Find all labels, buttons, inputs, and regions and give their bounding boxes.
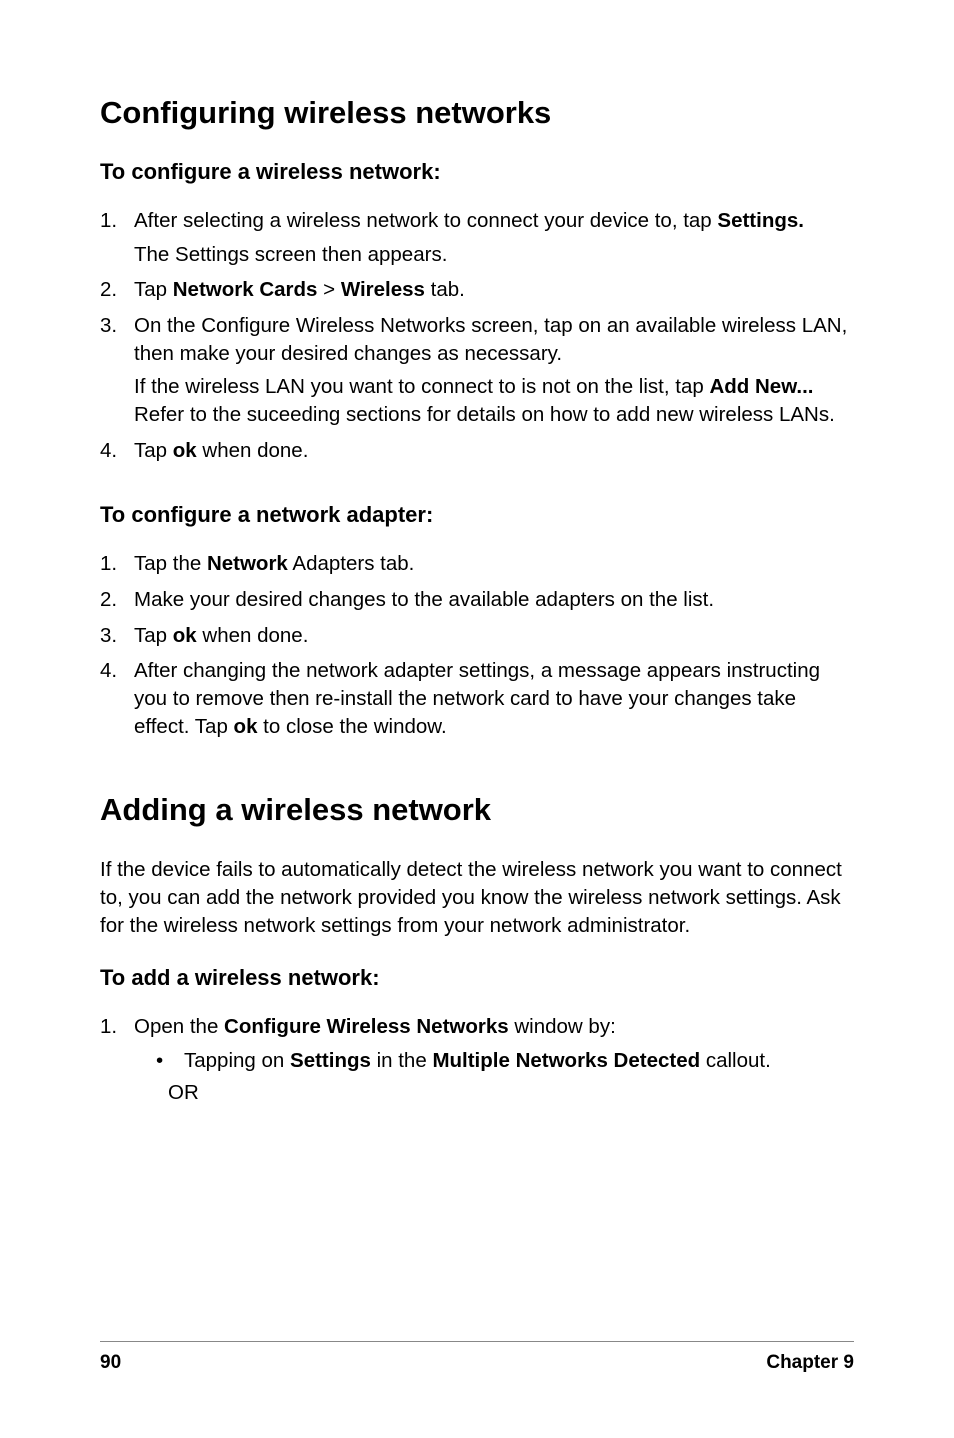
step-text: Make your desired changes to the availab…	[134, 588, 714, 611]
bullet-bold: Multiple Networks Detected	[432, 1049, 700, 1072]
step-bold: ok	[173, 439, 197, 462]
heading-configuring-wireless-networks: Configuring wireless networks	[100, 95, 854, 131]
step-text: Tap	[134, 439, 173, 462]
subheading-configure-network-adapter: To configure a network adapter:	[100, 502, 854, 528]
steps-configure-wireless-network: After selecting a wireless network to co…	[100, 207, 854, 464]
step-text: >	[317, 278, 340, 301]
bullet-text: Tapping on Settings in the Multiple Netw…	[184, 1047, 771, 1075]
step-text: window by:	[509, 1015, 616, 1038]
step-text: Refer to the suceeding sections for deta…	[134, 403, 835, 426]
step-text: when done.	[197, 624, 309, 647]
steps-configure-network-adapter: Tap the Network Adapters tab. Make your …	[100, 550, 854, 740]
heading-adding-wireless-network: Adding a wireless network	[100, 792, 854, 828]
step-text: when done.	[197, 439, 309, 462]
chapter-label: Chapter 9	[766, 1352, 854, 1374]
list-item: Make your desired changes to the availab…	[100, 586, 854, 614]
step-text: Tap	[134, 278, 173, 301]
step-bold: Wireless	[341, 278, 425, 301]
or-text: OR	[134, 1079, 854, 1107]
page-footer: 90 Chapter 9	[100, 1341, 854, 1374]
list-item: On the Configure Wireless Networks scree…	[100, 312, 854, 429]
page-number: 90	[100, 1352, 121, 1374]
step-text: Adapters tab.	[288, 552, 415, 575]
list-item: Tap Network Cards > Wireless tab.	[100, 276, 854, 304]
subheading-add-wireless-network: To add a wireless network:	[100, 965, 854, 991]
list-item: Tap ok when done.	[100, 622, 854, 650]
bullet-text-part: callout.	[700, 1049, 771, 1072]
step-text: After selecting a wireless network to co…	[134, 209, 717, 232]
steps-add-wireless-network: Open the Configure Wireless Networks win…	[100, 1013, 854, 1106]
step-text: Tap the	[134, 552, 207, 575]
bullet-text-part: in the	[371, 1049, 433, 1072]
bullet-bold: Settings	[290, 1049, 371, 1072]
step-subtext: If the wireless LAN you want to connect …	[134, 373, 854, 428]
list-item: After changing the network adapter setti…	[100, 657, 854, 740]
step-bold: ok	[173, 624, 197, 647]
step-subtext: The Settings screen then appears.	[134, 241, 854, 269]
step-bold: Network	[207, 552, 288, 575]
step-text: On the Configure Wireless Networks scree…	[134, 314, 847, 365]
list-item: After selecting a wireless network to co…	[100, 207, 854, 268]
step-text: If the wireless LAN you want to connect …	[134, 375, 709, 398]
step-bold: Network Cards	[173, 278, 318, 301]
step-bold: Configure Wireless Networks	[224, 1015, 509, 1038]
intro-paragraph: If the device fails to automatically det…	[100, 856, 854, 939]
step-text: tab.	[425, 278, 465, 301]
subheading-configure-wireless-network: To configure a wireless network:	[100, 159, 854, 185]
step-bold: Settings.	[717, 209, 804, 232]
bullet-item: • Tapping on Settings in the Multiple Ne…	[134, 1047, 854, 1075]
step-bold: ok	[234, 715, 258, 738]
list-item: Tap ok when done.	[100, 437, 854, 465]
list-item: Open the Configure Wireless Networks win…	[100, 1013, 854, 1106]
bullet-icon: •	[156, 1047, 184, 1075]
step-text: Tap	[134, 624, 173, 647]
list-item: Tap the Network Adapters tab.	[100, 550, 854, 578]
step-text: Open the	[134, 1015, 224, 1038]
step-bold: Add New...	[709, 375, 813, 398]
bullet-text-part: Tapping on	[184, 1049, 290, 1072]
step-text: to close the window.	[257, 715, 446, 738]
